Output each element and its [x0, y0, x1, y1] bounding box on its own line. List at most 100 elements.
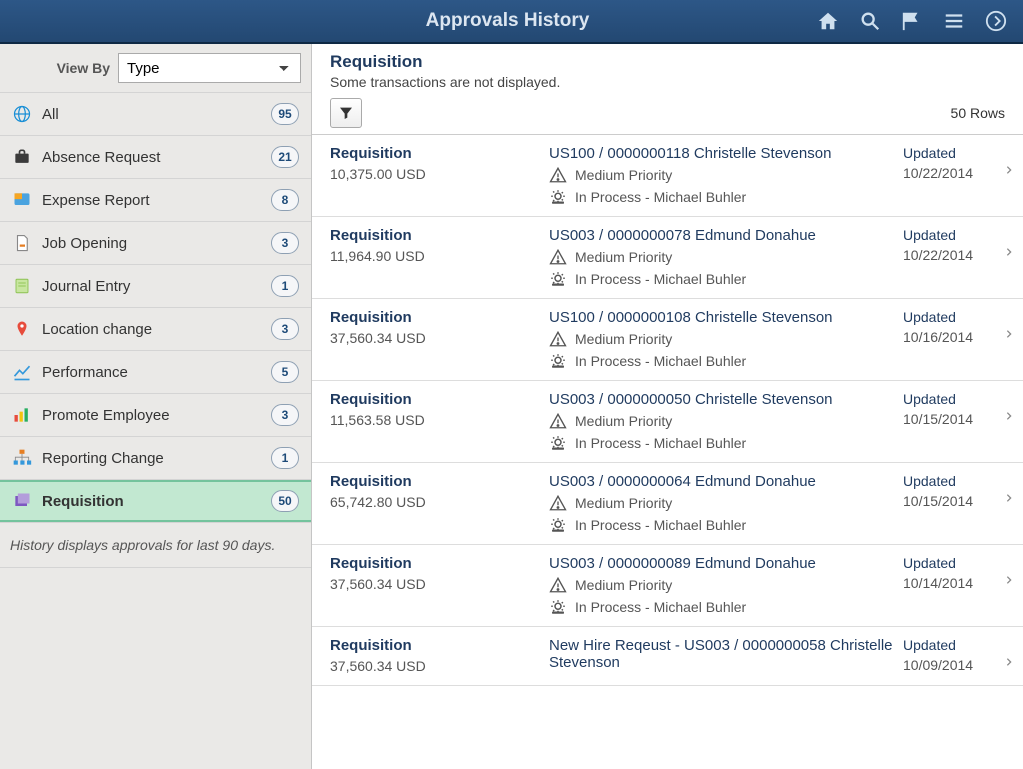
row-status: Updated — [903, 309, 995, 325]
count-badge: 3 — [271, 318, 299, 340]
sidebar-footer-text: History displays approvals for last 90 d… — [0, 523, 311, 568]
sidebar-item-journal-entry[interactable]: Journal Entry1 — [0, 265, 311, 308]
table-row[interactable]: Requisition11,563.58 USDUS003 / 00000000… — [312, 381, 1023, 463]
priority-warning-icon — [549, 330, 567, 348]
priority-warning-icon — [549, 412, 567, 430]
menu-icon[interactable] — [943, 10, 965, 32]
process-gear-icon — [549, 188, 567, 206]
content-subtitle: Some transactions are not displayed. — [330, 74, 1005, 90]
process-text: In Process - Michael Buhler — [575, 517, 746, 533]
process-text: In Process - Michael Buhler — [575, 271, 746, 287]
table-row[interactable]: Requisition 10,375.00 USDUS100 / 00000001… — [312, 135, 1023, 217]
sidebar-item-expense-report[interactable]: Expense Report8 — [0, 179, 311, 222]
row-status: Updated — [903, 637, 995, 653]
row-date: 10/15/2014 — [903, 411, 995, 427]
sidebar-item-absence-request[interactable]: Absence Request21 — [0, 136, 311, 179]
sidebar-item-label: Reporting Change — [42, 450, 261, 467]
table-row[interactable]: Requisition37,560.34 USDUS100 / 00000001… — [312, 299, 1023, 381]
row-type: Requisition — [330, 555, 545, 572]
receipt-icon — [12, 190, 32, 210]
row-amount: 11,563.58 USD — [330, 412, 545, 428]
priority-warning-icon — [549, 494, 567, 512]
count-badge: 5 — [271, 361, 299, 383]
sidebar-item-label: Performance — [42, 364, 261, 381]
page-icon — [12, 233, 32, 253]
row-id: US003 / 0000000078 Edmund Donahue — [549, 227, 899, 244]
process-gear-icon — [549, 434, 567, 452]
row-date: 10/22/2014 — [903, 247, 995, 263]
row-amount: 37,560.34 USD — [330, 330, 545, 346]
row-amount: 10,375.00 USD — [330, 166, 545, 182]
sidebar-item-label: Location change — [42, 321, 261, 338]
filter-button[interactable] — [330, 98, 362, 128]
row-id: New Hire Reqeust - US003 / 0000000058 Ch… — [549, 637, 899, 671]
count-badge: 8 — [271, 189, 299, 211]
priority-text: Medium Priority — [575, 413, 672, 429]
sidebar-item-requisition[interactable]: Requisition50 — [0, 480, 311, 523]
process-gear-icon — [549, 270, 567, 288]
process-gear-icon — [549, 598, 567, 616]
sidebar-item-label: Requisition — [42, 493, 261, 510]
content-title: Requisition — [330, 52, 1005, 72]
process-text: In Process - Michael Buhler — [575, 599, 746, 615]
flag-icon[interactable] — [901, 10, 923, 32]
priority-text: Medium Priority — [575, 167, 672, 183]
chevron-right-icon — [999, 309, 1019, 341]
row-date: 10/15/2014 — [903, 493, 995, 509]
priority-text: Medium Priority — [575, 577, 672, 593]
search-icon[interactable] — [859, 10, 881, 32]
row-date: 10/09/2014 — [903, 657, 995, 673]
table-row[interactable]: Requisition65,742.80 USDUS003 / 00000000… — [312, 463, 1023, 545]
sidebar-item-performance[interactable]: Performance 5 — [0, 351, 311, 394]
row-id: US100 / 0000000118 Christelle Stevenson — [549, 145, 899, 162]
viewby-label: View By — [10, 60, 110, 76]
row-id: US003 / 0000000050 Christelle Stevenson — [549, 391, 899, 408]
sidebar-list: All95Absence Request21Expense Report8Job… — [0, 93, 311, 523]
chevron-right-icon — [999, 227, 1019, 259]
viewby-row: View By Type — [0, 44, 311, 93]
table-row[interactable]: Requisition11,964.90 USDUS003 / 00000000… — [312, 217, 1023, 299]
chevron-right-icon — [999, 391, 1019, 423]
sidebar-item-label: Absence Request — [42, 149, 261, 166]
sidebar-item-location-change[interactable]: Location change 3 — [0, 308, 311, 351]
chevron-right-icon — [999, 637, 1019, 669]
chart-icon — [12, 362, 32, 382]
sidebar-item-reporting-change[interactable]: Reporting Change1 — [0, 437, 311, 480]
sidebar-item-label: Journal Entry — [42, 278, 261, 295]
row-amount: 37,560.34 USD — [330, 576, 545, 592]
priority-text: Medium Priority — [575, 495, 672, 511]
priority-text: Medium Priority — [575, 249, 672, 265]
process-text: In Process - Michael Buhler — [575, 435, 746, 451]
sidebar-item-promote-employee[interactable]: Promote Employee3 — [0, 394, 311, 437]
row-status: Updated — [903, 555, 995, 571]
sidebar-item-label: Promote Employee — [42, 407, 261, 424]
org-icon — [12, 448, 32, 468]
app-header: Approvals History — [0, 0, 1023, 44]
row-date: 10/22/2014 — [903, 165, 995, 181]
table-row[interactable]: Requisition 37,560.34 USDUS003 / 00000000… — [312, 545, 1023, 627]
chevron-right-icon — [999, 555, 1019, 587]
bars-icon — [12, 405, 32, 425]
row-id: US003 / 0000000089 Edmund Donahue — [549, 555, 899, 572]
globe-icon — [12, 104, 32, 124]
row-type: Requisition — [330, 309, 545, 326]
content-area: Requisition Some transactions are not di… — [312, 44, 1023, 769]
suitcase-icon — [12, 147, 32, 167]
priority-warning-icon — [549, 576, 567, 594]
row-date: 10/16/2014 — [903, 329, 995, 345]
row-status: Updated — [903, 391, 995, 407]
row-amount: 65,742.80 USD — [330, 494, 545, 510]
sidebar: View By Type All95Absence Request21Expen… — [0, 44, 312, 769]
table-row[interactable]: Requisition37,560.34 USDNew Hire Reqeust… — [312, 627, 1023, 686]
viewby-select[interactable]: Type — [118, 53, 301, 83]
row-amount: 37,560.34 USD — [330, 658, 545, 674]
count-badge: 95 — [271, 103, 299, 125]
row-date: 10/14/2014 — [903, 575, 995, 591]
priority-text: Medium Priority — [575, 331, 672, 347]
row-type: Requisition — [330, 473, 545, 490]
next-icon[interactable] — [985, 10, 1007, 32]
sidebar-item-all[interactable]: All95 — [0, 93, 311, 136]
home-icon[interactable] — [817, 10, 839, 32]
sidebar-item-job-opening[interactable]: Job Opening3 — [0, 222, 311, 265]
row-type: Requisition — [330, 145, 545, 162]
